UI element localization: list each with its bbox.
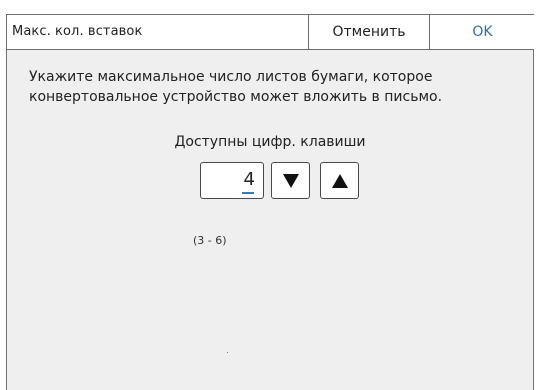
cancel-button[interactable]: Отменить [308,15,429,49]
settings-dialog: Макс. кол. вставок Отменить OK Укажите м… [6,14,535,390]
stray-dot [227,352,228,353]
dialog-header: Макс. кол. вставок Отменить OK [7,15,535,50]
dialog-title: Макс. кол. вставок [12,24,143,39]
ok-button[interactable]: OK [429,15,535,49]
range-hint: (3 - 6) [193,234,227,247]
quantity-value: 4 [243,169,255,190]
instruction-line-1: Укажите максимальное число листов бумаги… [29,69,433,85]
triangle-up-icon [332,174,348,188]
increment-button[interactable] [320,162,359,199]
triangle-down-icon [283,174,299,188]
decrement-button[interactable] [271,162,310,199]
numeric-keys-label: Доступны цифр. клавиши [174,134,366,150]
quantity-input[interactable]: 4 [200,162,264,199]
instruction-text: Укажите максимальное число листов бумаги… [29,67,509,107]
instruction-line-2: конвертовальное устройство может вложить… [29,89,443,105]
input-caret [242,192,254,194]
